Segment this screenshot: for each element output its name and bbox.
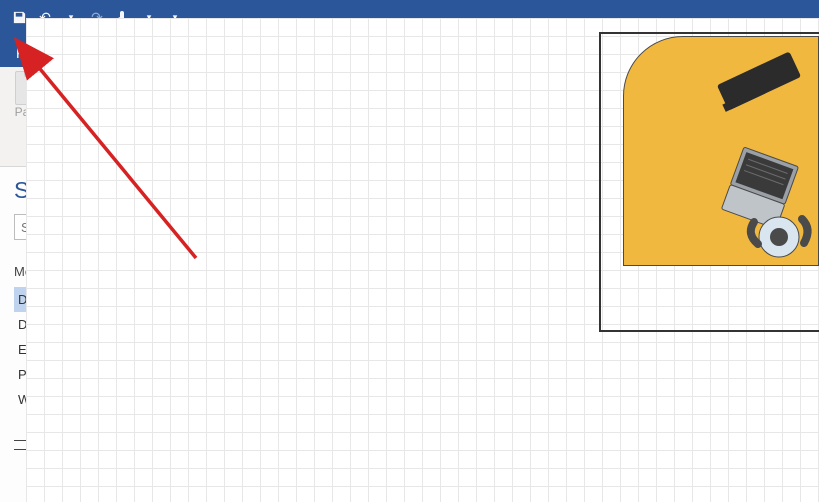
desk-shape[interactable]: <	[623, 36, 819, 266]
desk-contents: <	[624, 37, 819, 267]
drawing-page[interactable]: <	[26, 18, 819, 502]
